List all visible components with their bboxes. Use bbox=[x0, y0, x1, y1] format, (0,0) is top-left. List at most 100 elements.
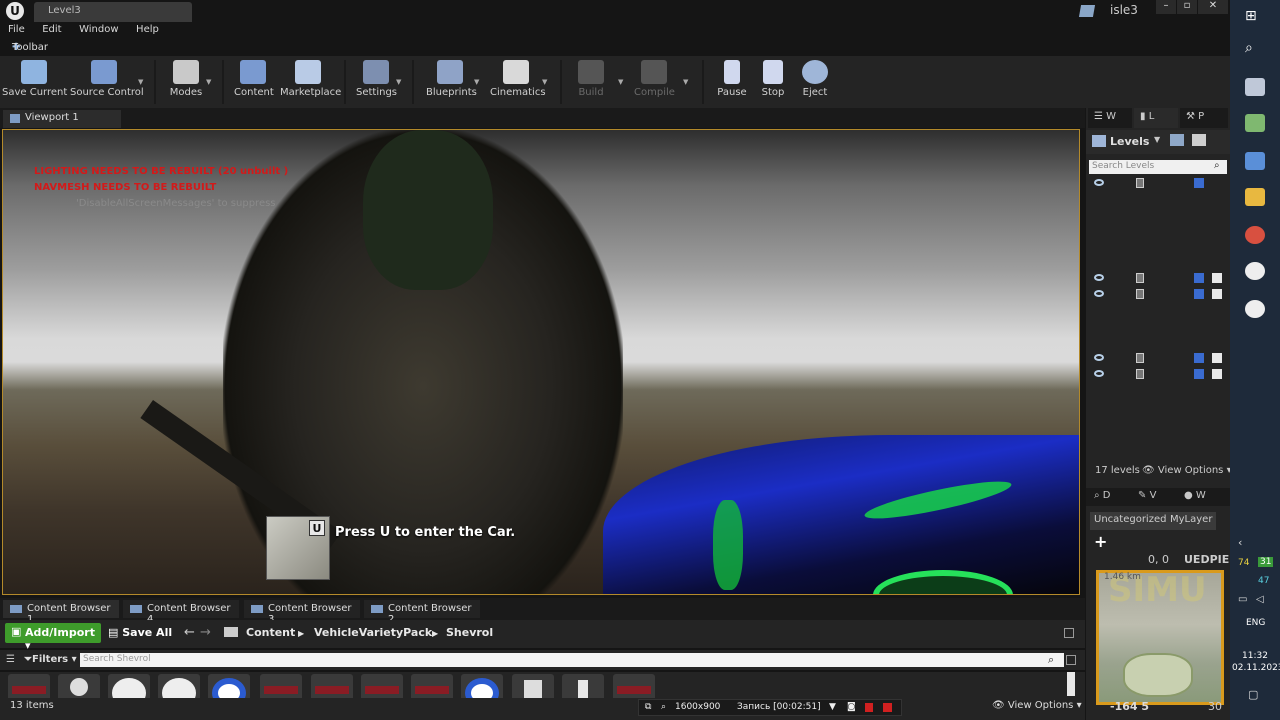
menu-window[interactable]: Window bbox=[71, 23, 124, 35]
back-arrow-icon[interactable]: ← bbox=[184, 625, 195, 640]
levels-dropdown[interactable]: Levels bbox=[1110, 135, 1149, 148]
level-save-icon[interactable] bbox=[1212, 369, 1222, 379]
game-viewport[interactable]: LIGHTING NEEDS TO BE REBUILT (20 unbuilt… bbox=[2, 129, 1080, 595]
unreal-taskbar-icon[interactable] bbox=[1245, 300, 1265, 318]
unreal-taskbar-icon[interactable] bbox=[1245, 262, 1265, 280]
asset-tile[interactable] bbox=[208, 674, 250, 698]
level-save-icon[interactable] bbox=[1212, 353, 1222, 363]
tab-content-browser-3[interactable]: Content Browser 3 bbox=[244, 600, 360, 625]
asset-tile[interactable] bbox=[108, 674, 150, 698]
pause-record-icon[interactable] bbox=[865, 703, 873, 712]
folder-icon[interactable] bbox=[1245, 188, 1265, 206]
level-row[interactable] bbox=[1092, 353, 1224, 365]
asset-tile[interactable] bbox=[311, 674, 353, 698]
cinematics-arrow-icon[interactable]: ▼ bbox=[542, 78, 547, 86]
eye-icon[interactable] bbox=[1094, 354, 1104, 361]
lock-icon[interactable] bbox=[1136, 289, 1144, 299]
scrollbar[interactable] bbox=[1067, 672, 1075, 696]
app-icon[interactable] bbox=[1245, 78, 1265, 96]
add-level-icon[interactable] bbox=[1170, 134, 1184, 146]
language-indicator[interactable]: ENG bbox=[1246, 618, 1265, 628]
settings-arrow-icon[interactable]: ▼ bbox=[396, 78, 401, 86]
breadcrumb-shevrol[interactable]: Shevrol bbox=[446, 626, 493, 639]
modes-button[interactable]: Modes bbox=[166, 56, 206, 108]
close-button[interactable]: ✕ bbox=[1198, 0, 1228, 14]
compile-button[interactable]: Compile bbox=[634, 56, 675, 108]
blueprints-arrow-icon[interactable]: ▼ bbox=[474, 78, 479, 86]
save-search-icon[interactable] bbox=[1066, 655, 1076, 665]
level-save-icon[interactable] bbox=[1212, 289, 1222, 299]
content-view-options-button[interactable]: 👁 View Options ▾ bbox=[992, 700, 1082, 711]
minimize-button[interactable]: – bbox=[1156, 0, 1176, 14]
tab-place[interactable]: ⚒ P bbox=[1180, 108, 1228, 128]
eye-icon[interactable] bbox=[1094, 274, 1104, 281]
notifications-icon[interactable]: ▢ bbox=[1248, 688, 1258, 701]
lock-icon[interactable] bbox=[1136, 178, 1144, 188]
app-icon[interactable] bbox=[1245, 114, 1265, 132]
build-arrow-icon[interactable]: ▼ bbox=[618, 78, 623, 86]
settings-button[interactable]: Settings bbox=[356, 56, 397, 108]
summon-icon[interactable] bbox=[1192, 134, 1206, 146]
search-icon[interactable]: ⌕ bbox=[1245, 40, 1265, 58]
tab-content-browser-4[interactable]: Content Browser 4 bbox=[123, 600, 239, 625]
asset-tile[interactable] bbox=[361, 674, 403, 698]
viewport-tab[interactable]: Viewport 1 bbox=[3, 110, 121, 128]
pause-button[interactable]: Pause bbox=[716, 56, 748, 108]
lock-icon[interactable] bbox=[1136, 273, 1144, 283]
forward-arrow-icon[interactable]: → bbox=[200, 625, 211, 640]
filters-button[interactable]: ⏷Filters ▾ bbox=[24, 654, 77, 665]
menu-help[interactable]: Help bbox=[128, 23, 165, 35]
asset-tile[interactable] bbox=[411, 674, 453, 698]
asset-tile[interactable] bbox=[512, 674, 554, 698]
eject-button[interactable]: Eject bbox=[800, 56, 830, 108]
modes-arrow-icon[interactable]: ▼ bbox=[206, 78, 211, 86]
asset-tile[interactable] bbox=[461, 674, 503, 698]
network-icon[interactable]: ▭ bbox=[1238, 594, 1247, 605]
maximize-button[interactable]: ▫ bbox=[1177, 0, 1197, 14]
save-all-button[interactable]: ▤ Save All bbox=[108, 626, 172, 639]
lock-icon[interactable] bbox=[1136, 353, 1144, 363]
save-current-button[interactable]: Save Current bbox=[2, 56, 67, 108]
level-tab[interactable]: Level3 bbox=[34, 2, 192, 22]
tab-world-outliner[interactable]: ☰ W bbox=[1088, 108, 1132, 128]
add-layer-button[interactable]: + bbox=[1094, 532, 1107, 551]
asset-search-input[interactable]: Search Shevrol bbox=[80, 653, 1064, 667]
screen-recorder-bar[interactable]: ⧉ ⌕ 1600x900 Запись [00:02:51] ▼ ◙ bbox=[638, 699, 902, 716]
tab-content-browser-1[interactable]: Content Browser 1 bbox=[3, 600, 119, 625]
sources-toggle-icon[interactable]: ☰ bbox=[6, 654, 15, 665]
tab-layers[interactable]: ✎ V bbox=[1138, 490, 1156, 501]
breadcrumb-separator-icon[interactable]: ▶ bbox=[432, 629, 438, 638]
menu-edit[interactable]: Edit bbox=[34, 23, 67, 35]
menu-file[interactable]: File bbox=[0, 23, 31, 35]
app-icon[interactable] bbox=[1245, 152, 1265, 170]
clock[interactable]: 11:32 02.11.2023 bbox=[1232, 650, 1280, 674]
level-row[interactable] bbox=[1092, 178, 1224, 190]
chrome-icon[interactable] bbox=[1245, 226, 1265, 244]
eye-icon[interactable] bbox=[1094, 179, 1104, 186]
asset-tile[interactable] bbox=[58, 674, 100, 698]
volume-icon[interactable]: ◁ bbox=[1256, 594, 1264, 605]
blueprints-button[interactable]: Blueprints bbox=[426, 56, 477, 108]
marketplace-button[interactable]: Marketplace bbox=[280, 56, 341, 108]
lock-icon[interactable] bbox=[1136, 369, 1144, 379]
content-button[interactable]: Content bbox=[234, 56, 274, 108]
eye-icon[interactable] bbox=[1094, 290, 1104, 297]
build-button[interactable]: Build bbox=[574, 56, 608, 108]
chevron-down-icon[interactable]: ▼ bbox=[1154, 135, 1160, 144]
asset-tile[interactable] bbox=[8, 674, 50, 698]
level-row[interactable] bbox=[1092, 273, 1224, 285]
level-row[interactable] bbox=[1092, 289, 1224, 301]
layer-uncategorized[interactable]: Uncategorized bbox=[1090, 512, 1171, 530]
stop-button[interactable]: Stop bbox=[758, 56, 788, 108]
camera-icon[interactable]: ◙ bbox=[847, 702, 856, 712]
vehicle[interactable] bbox=[603, 435, 1079, 594]
stop-record-icon[interactable] bbox=[883, 703, 892, 712]
source-control-button[interactable]: Source Control bbox=[70, 56, 144, 108]
tab-levels[interactable]: ▮ L bbox=[1134, 108, 1178, 128]
breadcrumb-separator-icon[interactable]: ▶ bbox=[298, 629, 304, 638]
level-row[interactable] bbox=[1092, 369, 1224, 381]
eye-icon[interactable] bbox=[1094, 370, 1104, 377]
tab-details[interactable]: ⌕ D bbox=[1094, 490, 1110, 501]
add-import-button[interactable]: ▣ Add/Import ▾ bbox=[5, 623, 101, 652]
tab-content-browser-2[interactable]: Content Browser 2 bbox=[364, 600, 480, 625]
